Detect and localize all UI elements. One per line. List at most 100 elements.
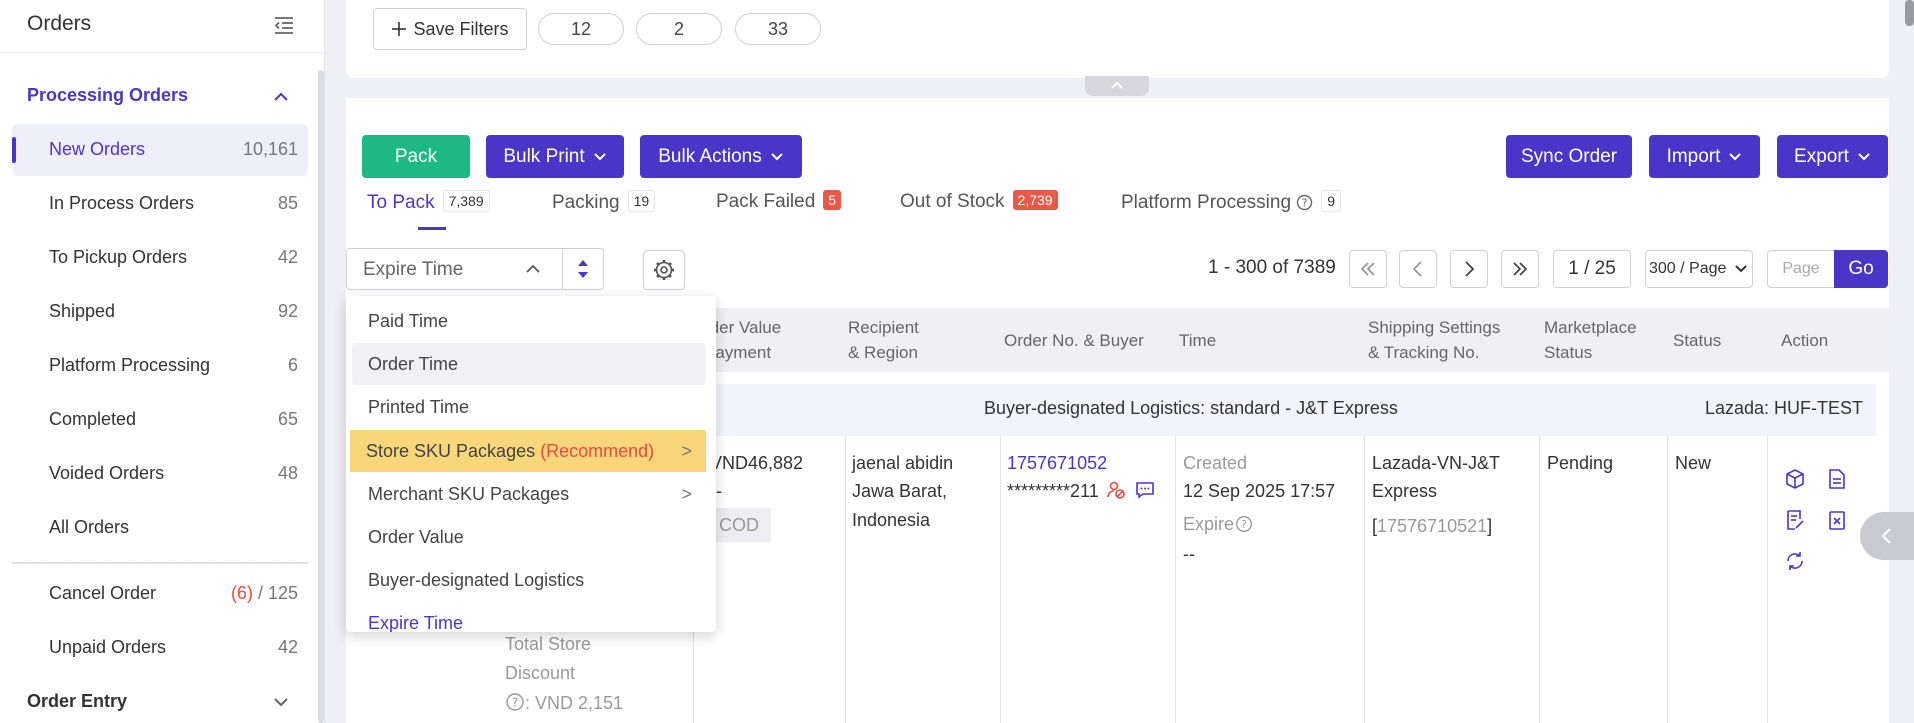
- tab-to-pack[interactable]: To Pack 7,389: [367, 190, 490, 214]
- help-icon[interactable]: ?: [505, 692, 525, 712]
- tab-packing[interactable]: Packing 19: [552, 190, 656, 214]
- tab-pack-failed[interactable]: Pack Failed 5: [716, 190, 842, 213]
- column-header-marketplace-status: Marketplace Status: [1544, 315, 1637, 365]
- order-number-link[interactable]: 1757671052: [1007, 449, 1107, 478]
- sort-by-select[interactable]: Expire Time: [346, 248, 604, 290]
- saved-filter-pill[interactable]: 2: [636, 13, 722, 45]
- sort-option-paid-time[interactable]: Paid Time: [352, 300, 706, 342]
- previous-page-icon[interactable]: [1399, 250, 1437, 288]
- expire-time: --: [1183, 544, 1195, 564]
- sidebar-item-in-process-orders[interactable]: In Process Orders 85: [12, 178, 308, 230]
- tracking-number[interactable]: [17576710521]: [1372, 512, 1492, 541]
- export-label: Export: [1794, 145, 1849, 167]
- column-settings-button[interactable]: [643, 250, 685, 290]
- chevron-up-icon[interactable]: [272, 88, 290, 106]
- tab-label: Packing: [552, 192, 620, 213]
- marketplace-status: Pending: [1547, 453, 1614, 473]
- divider: [0, 52, 324, 53]
- sort-option-printed-time[interactable]: Printed Time: [352, 386, 706, 428]
- sidebar-item-all-orders[interactable]: All Orders: [12, 502, 308, 554]
- sidebar-item-count: 6: [287, 355, 298, 375]
- shipping-carrier-cont: Express: [1372, 481, 1438, 501]
- side-panel-toggle[interactable]: [1860, 512, 1914, 560]
- goto-page-input[interactable]: Page: [1767, 250, 1835, 288]
- sync-order-button[interactable]: Sync Order: [1506, 135, 1632, 178]
- document-icon[interactable]: [1826, 468, 1848, 490]
- sidebar-group-processing[interactable]: Processing Orders: [27, 85, 188, 106]
- divider: [1175, 436, 1176, 723]
- buyer-masked: *********211: [1007, 481, 1099, 501]
- chevron-down-icon[interactable]: [272, 693, 290, 711]
- page-size-select[interactable]: 300 / Page: [1645, 250, 1753, 288]
- tab-platform-processing[interactable]: Platform Processing ? 9: [1121, 190, 1342, 214]
- current-page-input[interactable]: 1 / 25: [1553, 250, 1631, 288]
- sidebar-scrollbar[interactable]: [318, 70, 324, 723]
- collapse-menu-icon[interactable]: [273, 14, 295, 36]
- saved-filter-pill[interactable]: 12: [538, 13, 624, 45]
- divider: [1539, 436, 1540, 723]
- sync-icon[interactable]: [1784, 550, 1806, 572]
- sidebar-item-label: Completed: [49, 409, 137, 429]
- cancel-total-count: / 125: [257, 583, 298, 603]
- sort-option-order-value[interactable]: Order Value: [352, 516, 706, 558]
- divider: [12, 562, 308, 564]
- help-icon[interactable]: ?: [1235, 515, 1253, 533]
- save-filters-label: Save Filters: [413, 18, 509, 39]
- tab-label: Pack Failed: [716, 191, 816, 212]
- divider: [562, 249, 563, 289]
- sidebar-item-voided-orders[interactable]: Voided Orders 48: [12, 448, 308, 500]
- sort-option-order-time[interactable]: Order Time: [352, 343, 706, 385]
- bulk-actions-button[interactable]: Bulk Actions: [640, 135, 802, 178]
- tracking-number-value: 17576710521: [1377, 516, 1488, 536]
- sort-option-merchant-sku-packages[interactable]: Merchant SKU Packages >: [352, 473, 706, 515]
- sidebar-item-shipped[interactable]: Shipped 92: [12, 286, 308, 338]
- package-icon[interactable]: [1784, 468, 1806, 490]
- import-button[interactable]: Import: [1649, 135, 1760, 178]
- sidebar-item-platform-processing[interactable]: Platform Processing 6: [12, 340, 308, 392]
- user-blocked-icon[interactable]: [1106, 480, 1126, 500]
- message-icon[interactable]: [1135, 480, 1155, 500]
- sort-option-buyer-logistics[interactable]: Buyer-designated Logistics: [352, 559, 706, 601]
- tab-count-badge: 5: [823, 190, 842, 210]
- sidebar-item-completed[interactable]: Completed 65: [12, 394, 308, 446]
- last-page-icon[interactable]: [1501, 250, 1539, 288]
- column-header-shipping: Shipping Settings & Tracking No.: [1368, 315, 1500, 365]
- next-page-icon[interactable]: [1450, 250, 1488, 288]
- header-line: Status: [1544, 343, 1593, 362]
- store-discount-label: Total Store: [505, 634, 592, 654]
- chevron-right-icon: >: [681, 441, 692, 461]
- sidebar-item-label: Cancel Order: [49, 583, 157, 603]
- import-label: Import: [1666, 145, 1721, 167]
- chevron-down-icon: [770, 150, 784, 164]
- sidebar-item-new-orders[interactable]: New Orders 10,161: [12, 124, 308, 176]
- void-order-icon[interactable]: [1826, 509, 1848, 531]
- sidebar-item-unpaid-orders[interactable]: Unpaid Orders 42: [12, 622, 308, 674]
- sort-direction-icon[interactable]: [575, 257, 591, 281]
- sidebar-title: Orders: [27, 12, 92, 35]
- bulk-print-button[interactable]: Bulk Print: [486, 135, 624, 178]
- header-line: Marketplace: [1544, 318, 1637, 337]
- save-filters-button[interactable]: Save Filters: [373, 8, 527, 50]
- page-scrollbar[interactable]: [1905, 0, 1914, 26]
- payment-method-badge: COD: [715, 508, 771, 542]
- sort-option-expire-time[interactable]: Expire Time: [352, 602, 706, 632]
- saved-filter-pill[interactable]: 33: [735, 13, 821, 45]
- pack-button[interactable]: Pack: [362, 135, 470, 178]
- edit-list-icon[interactable]: [1784, 509, 1806, 531]
- collapse-filters-toggle[interactable]: [1085, 76, 1149, 96]
- export-button[interactable]: Export: [1777, 135, 1888, 178]
- sidebar-item-cancel-order[interactable]: Cancel Order (6) / 125: [12, 568, 308, 620]
- help-icon[interactable]: ?: [1296, 194, 1313, 211]
- tab-out-of-stock[interactable]: Out of Stock 2,739: [900, 190, 1058, 213]
- sidebar-item-to-pickup-orders[interactable]: To Pickup Orders 42: [12, 232, 308, 284]
- sort-option-store-sku-packages[interactable]: Store SKU Packages (Recommend) >: [350, 430, 706, 472]
- tab-count-badge: 19: [627, 190, 656, 212]
- first-page-icon[interactable]: [1349, 250, 1387, 288]
- bulk-print-label: Bulk Print: [503, 145, 585, 167]
- go-button[interactable]: Go: [1834, 250, 1888, 288]
- divider: [1767, 436, 1768, 723]
- sidebar-group-order-entry[interactable]: Order Entry: [27, 691, 127, 712]
- svg-text:?: ?: [1241, 518, 1247, 531]
- expire-label-text: Expire: [1183, 514, 1235, 534]
- recipient-region: Jawa Barat,: [852, 481, 948, 501]
